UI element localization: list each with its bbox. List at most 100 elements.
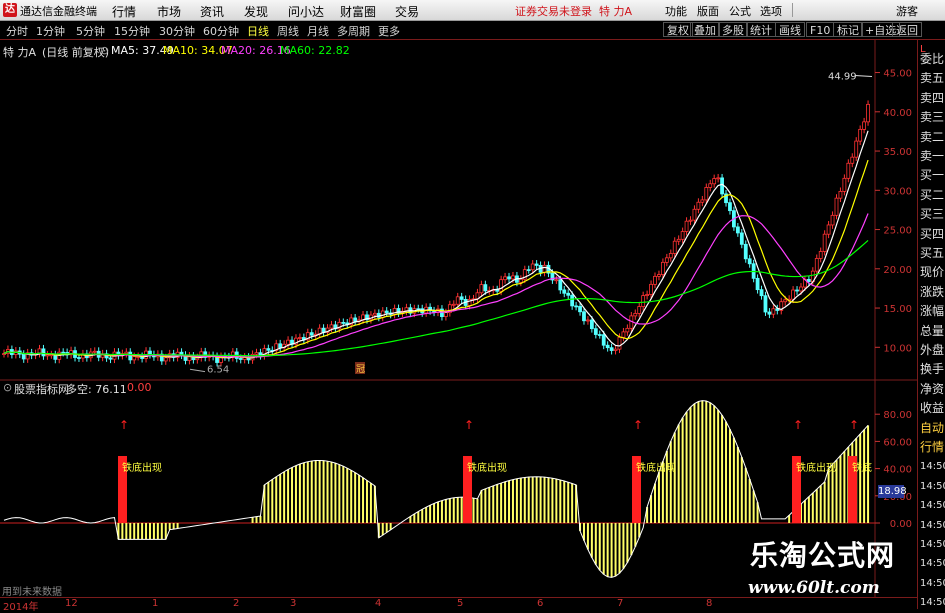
sidebar-item[interactable]: 现价 [920, 265, 945, 280]
sidebar-item[interactable]: 换手 [920, 362, 945, 377]
date-label: 4 [375, 598, 382, 609]
candle-body [739, 232, 744, 245]
menu-banmian[interactable]: 版面 [697, 3, 719, 19]
period-monthly[interactable]: 月线 [307, 23, 329, 39]
sidebar-item[interactable]: 委比 [920, 52, 945, 67]
sidebar-item[interactable]: 卖二 [920, 130, 945, 145]
period-30min[interactable]: 30分钟 [159, 23, 195, 39]
candle-body [526, 269, 531, 272]
trade-login-status[interactable]: 证券交易未登录 特 力A [515, 3, 632, 19]
candle-body [755, 277, 760, 291]
sidebar-item[interactable]: 买二 [920, 188, 945, 203]
period-60min[interactable]: 60分钟 [203, 23, 239, 39]
menu-gongshi[interactable]: 公式 [729, 3, 751, 19]
sidebar-item[interactable]: 卖三 [920, 110, 945, 125]
indicator-tick-label: 40.00 [883, 465, 912, 476]
candle-body [45, 354, 50, 357]
tool-f10[interactable]: F10 [806, 22, 835, 37]
sidebar-item[interactable]: 14:50 [920, 518, 945, 533]
tool-tongji[interactable]: 统计 [746, 22, 776, 37]
candle-body [124, 351, 129, 355]
candle-body [511, 275, 515, 280]
menu-caifuquan[interactable]: 财富圈 [340, 3, 376, 20]
menu-gongneng[interactable]: 功能 [665, 3, 687, 19]
signal-label: 铁底 [852, 461, 872, 474]
candle-body [503, 276, 507, 281]
sidebar-item[interactable]: 买四 [920, 227, 945, 242]
period-weekly[interactable]: 周线 [277, 23, 299, 39]
candle-body [641, 295, 646, 307]
sidebar-item[interactable]: 买一 [920, 168, 945, 183]
sidebar-item[interactable]: 卖五 [920, 71, 945, 86]
candle-body [838, 191, 843, 199]
tool-fanhui[interactable]: 返回 [892, 22, 922, 37]
candle-body [605, 344, 610, 349]
candle-body [455, 296, 460, 305]
candle-body [601, 334, 606, 346]
sidebar-item[interactable]: 卖一 [920, 149, 945, 164]
sidebar-item[interactable]: 净资 [920, 382, 945, 397]
candle-body [771, 308, 776, 315]
sidebar-item[interactable]: 涨幅 [920, 304, 945, 319]
period-15min[interactable]: 15分钟 [114, 23, 150, 39]
sidebar-item[interactable]: 14:50 [920, 556, 945, 571]
sidebar-item[interactable]: 收益 [920, 401, 945, 416]
sidebar-item[interactable]: 涨跌 [920, 285, 945, 300]
watermark-text: 乐淘公式网 [750, 539, 896, 572]
sidebar-item[interactable]: 买五 [920, 246, 945, 261]
period-daily[interactable]: 日线 [247, 23, 269, 39]
candle-body [743, 243, 748, 260]
sidebar-item[interactable]: 总量 [920, 324, 945, 339]
candle-body [747, 258, 752, 265]
indicator-tick-label: 0.00 [890, 519, 912, 530]
price-tick-label: 25.00 [883, 226, 912, 237]
tool-diejia[interactable]: 叠加 [690, 22, 720, 37]
kline-chart[interactable]: 45.00 40.00 35.00 30.00 25.00 20.00 15.00 10.00… [0, 40, 917, 597]
candle-body [716, 177, 721, 180]
sidebar-item[interactable]: 14:50 [920, 459, 945, 474]
signal-label: 铁底出现 [796, 461, 836, 474]
period-multi[interactable]: 多周期 [337, 23, 370, 39]
indicator-label: 多空: 76.11 [66, 383, 127, 396]
tool-fuquan[interactable]: 复权 [663, 22, 693, 37]
candle-body [238, 358, 243, 360]
candle-body [570, 294, 575, 307]
sidebar-item[interactable]: 自动 [920, 421, 945, 436]
menu-wenxiaoda[interactable]: 问小达 [288, 3, 324, 20]
tool-huaxian[interactable]: 画线 [775, 22, 805, 37]
indicator-settings-icon[interactable]: ⊙ [3, 381, 12, 394]
sidebar-item[interactable]: 外盘 [920, 343, 945, 358]
menu-hangqing[interactable]: 行情 [112, 3, 136, 20]
price-tick-label: 30.00 [883, 186, 912, 197]
candle-body [459, 296, 464, 300]
indicator-value-tag: 18.98 [878, 485, 907, 498]
candle-body [507, 276, 511, 280]
sidebar-item[interactable]: 14:50 [920, 576, 945, 591]
sidebar-item[interactable]: 行情 [920, 440, 945, 455]
candle-body [664, 257, 669, 263]
menu-separator [792, 3, 793, 17]
ma60-line [3, 239, 869, 357]
menu-jiaoyi[interactable]: 交易 [395, 3, 419, 20]
candle-body [2, 353, 6, 355]
sidebar-item[interactable]: 14:50 [920, 498, 945, 513]
sidebar-item[interactable]: 14:50 [920, 595, 945, 610]
period-more[interactable]: 更多 [378, 23, 400, 39]
menu-zixun[interactable]: 资讯 [200, 3, 224, 20]
period-fenshi[interactable]: 分时 [6, 23, 28, 39]
menu-xuanxiang[interactable]: 选项 [760, 3, 782, 19]
candle-body [688, 219, 693, 222]
sidebar-item[interactable]: 买三 [920, 207, 945, 222]
app-logo-icon: 达 [3, 3, 17, 17]
tool-duogu[interactable]: 多股 [718, 22, 748, 37]
guest-user[interactable]: 游客 [896, 3, 918, 19]
sidebar-item[interactable]: 14:50 [920, 537, 945, 552]
menu-shichang[interactable]: 市场 [157, 3, 181, 20]
period-5min[interactable]: 5分钟 [76, 23, 105, 39]
period-1min[interactable]: 1分钟 [36, 23, 65, 39]
sidebar-item[interactable]: 14:50 [920, 479, 945, 494]
tool-biaoji[interactable]: 标记 [833, 22, 863, 37]
candle-body [589, 319, 594, 330]
sidebar-item[interactable]: 卖四 [920, 91, 945, 106]
menu-faxian[interactable]: 发现 [244, 3, 268, 20]
